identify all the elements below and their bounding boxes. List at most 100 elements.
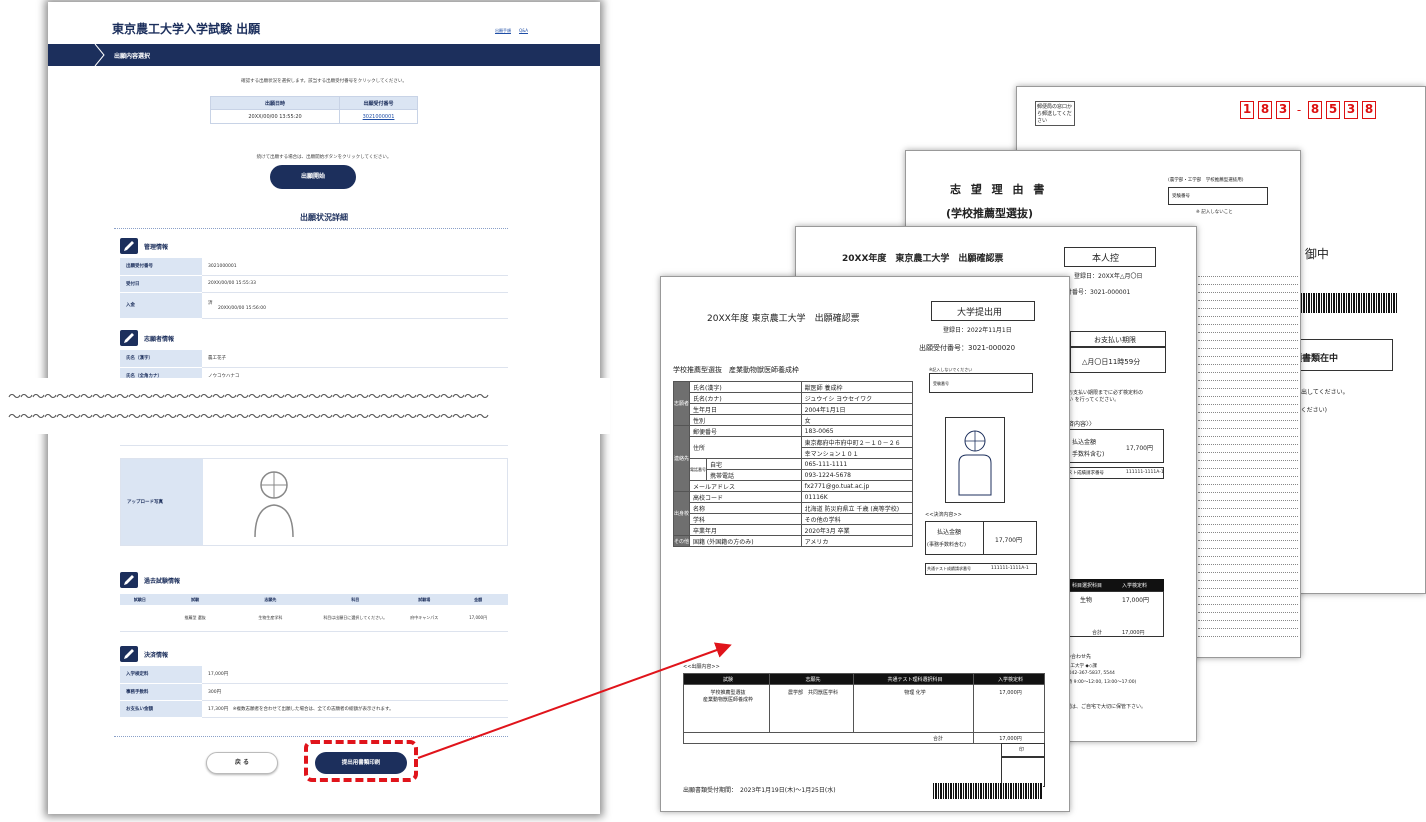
payment-section-header: 決済情報 <box>120 646 168 662</box>
value: 北海道 防災府県立 千歳 (高等学校) <box>800 502 914 514</box>
divider <box>114 736 508 737</box>
wave-line: 〜〜〜〜〜〜〜〜〜〜〜〜〜〜〜〜〜〜〜〜〜〜〜〜〜〜〜〜〜〜〜〜〜〜〜〜〜〜〜〜 <box>8 410 489 425</box>
total-label: 合計 <box>1092 630 1103 636</box>
copy-label: 大学提出用 <box>957 308 1003 318</box>
col: 試験 <box>159 594 231 605</box>
exam-number-label: 受験番号 <box>933 381 949 386</box>
col: 試験場 <box>400 594 449 605</box>
value: 20XX/00/00 15:55:33 <box>202 275 508 293</box>
confirmation-submission-document: 20XX年度 東京農工大学 出願確認票 大学提出用 登録日：2022年11月1日… <box>660 276 1070 812</box>
total: 17,000円 <box>973 732 1045 744</box>
application-select-table: 出願日時 出願受付番号 20XX/00/00 13:55:20 30210000… <box>209 96 418 124</box>
value: 065-111-1111 <box>800 458 914 470</box>
paid-value: 17,700円 <box>1126 445 1153 452</box>
deadline-label: お支払い期限 <box>1094 336 1136 344</box>
detail-title: 出願状況詳細 <box>300 213 348 222</box>
col: 共通テスト理科選択科目 <box>853 673 974 685</box>
label: 高校コード <box>689 491 802 503</box>
back-button[interactable]: 戻 る <box>206 752 278 774</box>
header-links: 出願手順 Q&A <box>495 28 528 34</box>
total-label: 合計 <box>683 732 974 744</box>
admin-section-header: 管理情報 <box>120 238 168 254</box>
value: 東京都府中市府中町２－１０－２６ <box>800 436 914 448</box>
subject: 生物 <box>1080 597 1093 604</box>
label: 入金 <box>120 292 202 319</box>
cell: 17,000円 <box>973 684 1045 733</box>
value: 01116K <box>800 491 914 503</box>
payment-table: 入学検定料 17,000円 事務手数料 300円 お支払い金額 17,300円 ※複数… <box>120 666 508 718</box>
doc-title: 20XX年度 東京農工大学 出願確認票 <box>842 254 1004 264</box>
reason-header: (農学部・工学部 学校推薦型選抜用) <box>1168 178 1244 183</box>
test-no-label: スト成績請求番号 <box>1068 471 1104 476</box>
col: 志願先 <box>230 594 311 605</box>
cell: 17,000円 <box>448 605 508 632</box>
postal-digit: 3 <box>1344 101 1358 119</box>
side-label: 連絡先 <box>672 425 691 492</box>
stamp-note: 郵便局の窓口から郵送してください <box>1035 101 1075 126</box>
label: 氏名（漢字） <box>120 350 202 368</box>
label: 氏名(カナ) <box>689 392 802 404</box>
label: 生年月日 <box>689 403 802 415</box>
cell: 物理 化学 <box>853 684 974 733</box>
col: 金額 <box>448 594 508 605</box>
site-header: 東京農工大学入学試験 出願 出願手順 Q&A <box>48 2 600 44</box>
postal-digit: 8 <box>1258 101 1272 119</box>
pencil-icon <box>120 330 138 346</box>
apply-label: <<出願内容>> <box>683 664 720 670</box>
apply-table: 試験 志願先 共通テスト理科選択科目 入学検定料 学校推薦型選抜 産業動物獣医師… <box>683 673 1045 744</box>
col: 入学検定料 <box>973 673 1045 685</box>
col: 試験日 <box>120 594 160 605</box>
cell: 科目は出願日に選択してください。 <box>310 605 401 632</box>
postal-digit: 3 <box>1276 101 1290 119</box>
link-faq[interactable]: Q&A <box>519 28 528 34</box>
select-note: 確認する出願状況を選択します。該当する出願受付番号をクリックしてください。 <box>241 79 407 84</box>
value: 獣医師 養成枠 <box>800 381 914 393</box>
label: 自宅 <box>706 458 802 470</box>
postal-digit: 1 <box>1240 101 1254 119</box>
paid-date: 20XX/00/00 15:56:00 <box>218 305 267 311</box>
exam-number-note: ※ 記入しないこと <box>1196 210 1233 215</box>
upload-label: アップロード写真 <box>121 459 203 545</box>
side-label: 志願者 <box>672 381 691 426</box>
keep-note: 理は、ご自宅で大切に保管下さい。 <box>1066 704 1147 710</box>
link-procedure[interactable]: 出願手順 <box>495 28 511 34</box>
paid-label: 払込金額 <box>1072 439 1097 446</box>
applicant-title: 志願者情報 <box>144 335 175 343</box>
postal-digit: 8 <box>1362 101 1376 119</box>
chevron-right-icon <box>94 44 105 66</box>
reg-date: 登録日：2022年11月1日 <box>943 327 1012 334</box>
subject-header: 科目選択科目 <box>1072 583 1103 589</box>
pencil-icon <box>120 572 138 588</box>
cell <box>120 605 160 632</box>
postal-digit: 5 <box>1326 101 1340 119</box>
applicant-section-header: 志願者情報 <box>120 330 174 346</box>
table-row: 学校推薦型選抜 産業動物獣医師養成枠 農学部 共同獣医学科 物理 化学 17,0… <box>683 684 1045 733</box>
start-application-button[interactable]: 出願開始 <box>270 165 356 189</box>
value: アメリカ <box>800 535 914 547</box>
label: 性別 <box>689 414 802 426</box>
test-no: 111111-1111A-1 <box>991 566 1029 571</box>
label: 入学検定料 <box>120 666 202 684</box>
cell-date: 20XX/00/00 13:55:20 <box>209 109 341 124</box>
reg-date: 登録日：20XX年△月〇日 <box>1074 273 1143 280</box>
receipt-number-link[interactable]: 3021000001 <box>339 109 418 124</box>
deadline-value: △月〇日11時59分 <box>1082 358 1141 366</box>
value: 17,300円 ※複数志願者を合わせて出願した場合は、全ての志願者の総額が表示さ… <box>202 700 508 718</box>
label: 事務手数料 <box>120 683 202 701</box>
pay-note: お支払い期限までに必ず検定料の い を行ってください。 <box>1068 390 1144 403</box>
fee-header: 入学検定料 <box>1122 583 1148 589</box>
past-exam-table: 試験日 試験 志願先 科目 試験場 金額 推薦型 選抜 生物生産学科 科目は出願… <box>120 594 508 632</box>
label: 氏名(漢字) <box>689 381 802 393</box>
label: 携帯電話 <box>706 469 802 481</box>
contact-line: (時 9:00〜12:00, 13:00〜17:00) <box>1066 680 1137 685</box>
label: 卒業年月 <box>689 524 802 536</box>
lined-area <box>1198 269 1298 637</box>
test-no: 111111-1111A-1 <box>1126 470 1164 475</box>
table-row <box>120 436 508 446</box>
exam-number-label: 受験番号 <box>1172 194 1190 199</box>
wave-line: 〜〜〜〜〜〜〜〜〜〜〜〜〜〜〜〜〜〜〜〜〜〜〜〜〜〜〜〜〜〜〜〜〜〜〜〜〜〜〜〜 <box>8 390 489 405</box>
value: ジュウイシ ヨウセイワク <box>800 392 914 404</box>
cell: 推薦型 選抜 <box>159 605 231 632</box>
receipt-no: 付番号：3021-000001 <box>1066 289 1131 296</box>
past-exam-title: 過去試験情報 <box>144 577 181 585</box>
